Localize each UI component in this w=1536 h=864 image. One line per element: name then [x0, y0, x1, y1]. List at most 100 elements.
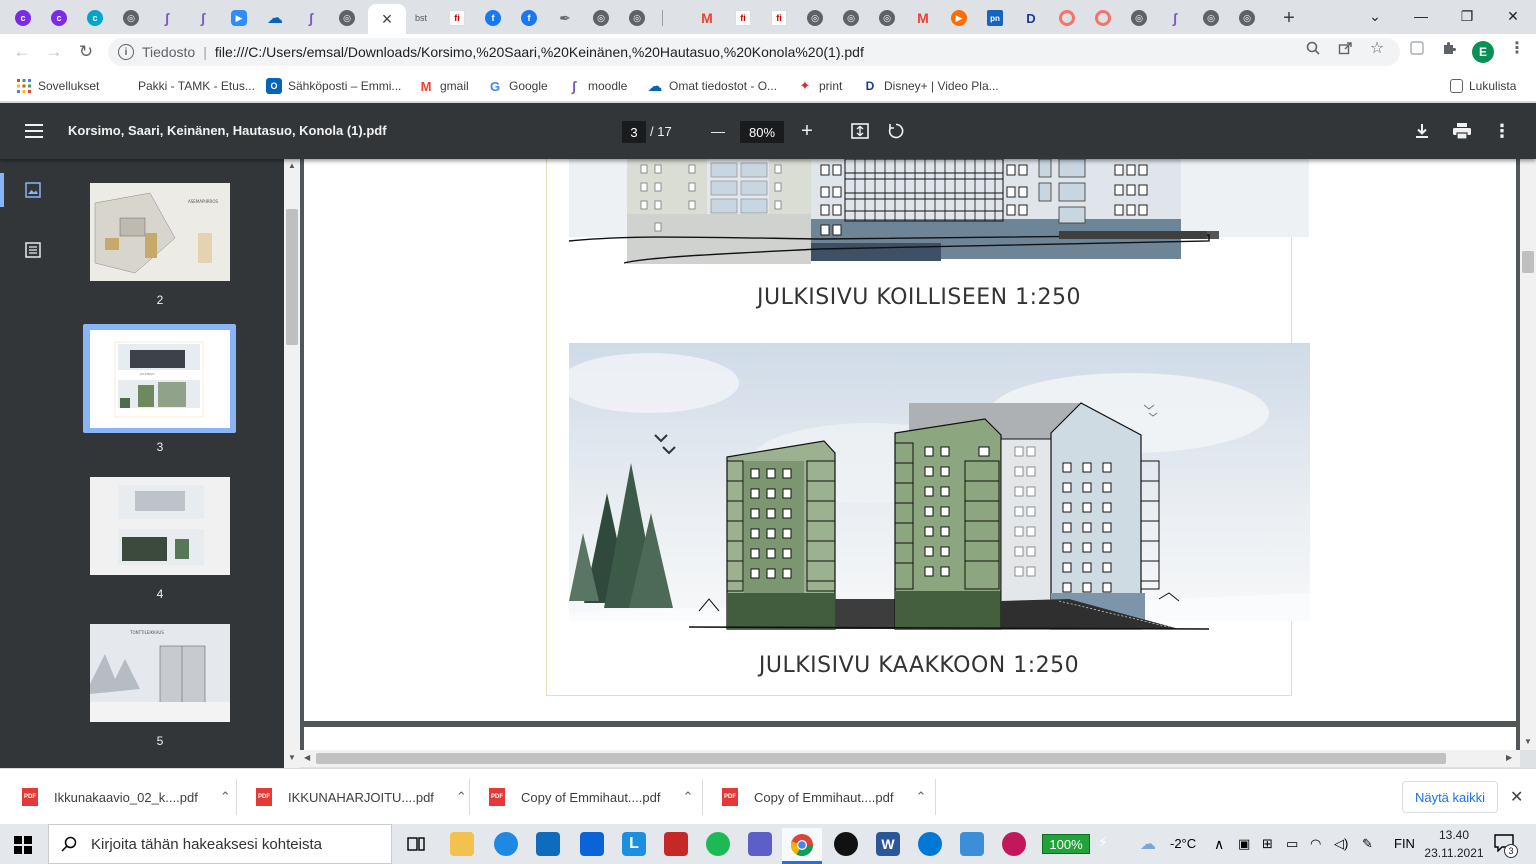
extensions-puzzle-icon[interactable]	[1440, 39, 1458, 57]
app-dark-icon[interactable]	[834, 832, 858, 856]
share-icon[interactable]	[1336, 39, 1354, 57]
tab-pn[interactable]: pn	[978, 4, 1012, 32]
scroll-right-arrow-icon[interactable]: ▶	[1506, 753, 1512, 762]
pdf-viewer[interactable]: JULKISIVU KOILLISEEN 1:250 JULKISIVU KAA…	[300, 159, 1520, 750]
tab-onedrive[interactable]: ☁	[258, 4, 292, 32]
tab-fi-2[interactable]: fi	[726, 4, 760, 32]
tray-icon-2[interactable]: ⊞	[1262, 836, 1273, 852]
chevron-up-icon[interactable]: ⌃	[682, 789, 693, 805]
bookmark-onedrive[interactable]: ☁ Omat tiedostot - O...	[647, 77, 778, 95]
tab-close-icon[interactable]: ×	[382, 9, 393, 30]
bookmark-print[interactable]: ✦ print	[797, 77, 843, 95]
tab-fi-1[interactable]: fi	[440, 4, 474, 32]
notification-center-button[interactable]: 3	[1494, 834, 1518, 858]
thumbnail-page-5[interactable]: TONTTILEIKKAUS	[90, 624, 230, 722]
clock-time[interactable]: 13.40	[1422, 828, 1486, 842]
shield-app-icon[interactable]	[664, 832, 688, 856]
show-all-downloads-button[interactable]: Näytä kaikki	[1402, 781, 1498, 813]
wifi-icon[interactable]: ◠	[1310, 836, 1321, 852]
tab-gmail-2[interactable]: M	[906, 4, 940, 32]
photos-icon[interactable]	[960, 832, 984, 856]
pen-icon[interactable]: ✎	[1362, 836, 1373, 852]
temperature[interactable]: -2°C	[1170, 836, 1196, 851]
tab-facebook-2[interactable]: f	[512, 4, 546, 32]
tab-zoom[interactable]: ▶	[222, 4, 256, 32]
download-item-2[interactable]: PDF IKKUNAHARJOITU....pdf ⌃	[256, 769, 467, 825]
viewer-scroll-thumb[interactable]	[1522, 251, 1534, 273]
sidebar-scrollbar[interactable]: ▲ ▼	[284, 159, 300, 768]
chrome-taskbar-active[interactable]	[782, 828, 822, 864]
tab-globe-9[interactable]: ◎	[1194, 4, 1228, 32]
tab-orange[interactable]: ▶	[942, 4, 976, 32]
edge-icon[interactable]	[494, 832, 518, 856]
tab-disney[interactable]: D	[1014, 4, 1048, 32]
tab-globe-10[interactable]: ◎	[1230, 4, 1264, 32]
teams-icon[interactable]	[748, 832, 772, 856]
profile-avatar[interactable]: E	[1472, 41, 1494, 63]
bookmark-moodle[interactable]: ʃ moodle	[566, 77, 628, 95]
extension-box-icon[interactable]	[1408, 39, 1426, 57]
info-icon[interactable]: i	[118, 44, 134, 60]
close-downloads-bar-icon[interactable]: ✕	[1510, 787, 1523, 807]
back-button[interactable]: ←	[8, 38, 36, 66]
address-bar[interactable]: i Tiedosto | file:///C:/Users/emsal/Down…	[108, 38, 1400, 66]
rotate-button[interactable]	[884, 119, 908, 143]
page-number-input[interactable]: 3	[622, 121, 646, 143]
tab-canva-3[interactable]: c	[78, 4, 112, 32]
thumbnails-view-button[interactable]	[22, 179, 44, 201]
windows-start-button[interactable]	[14, 836, 32, 857]
more-actions-icon[interactable]: ⋮	[1490, 119, 1514, 143]
download-button[interactable]	[1410, 119, 1434, 143]
scroll-left-arrow-icon[interactable]: ◀	[304, 753, 310, 762]
bookmark-pakki[interactable]: Pakki - TAMK - Etus...	[138, 77, 255, 95]
tab-feather[interactable]: ✒	[548, 4, 582, 32]
tab-globe-3[interactable]: ◎	[584, 4, 618, 32]
tab-canva-2[interactable]: c	[42, 4, 76, 32]
bookmark-star-icon[interactable]: ☆	[1368, 39, 1386, 57]
reload-button[interactable]: ↻	[72, 38, 100, 66]
tab-moodle-1[interactable]: ʃ	[150, 4, 184, 32]
tab-globe-1[interactable]: ◎	[114, 4, 148, 32]
tab-bst[interactable]: bst	[404, 4, 438, 32]
tab-target-2[interactable]	[1086, 4, 1120, 32]
clock-date[interactable]: 23.11.2021	[1422, 846, 1486, 860]
zoom-out-button[interactable]: —	[706, 119, 730, 143]
menu-kebab-icon[interactable]: ⋮	[1508, 39, 1526, 57]
mail-icon[interactable]	[580, 832, 604, 856]
taskbar-search-box[interactable]: Kirjoita tähän hakeaksesi kohteista	[48, 824, 392, 864]
chevron-up-icon[interactable]: ⌃	[220, 789, 231, 805]
tab-globe-5[interactable]: ◎	[798, 4, 832, 32]
tab-moodle-3[interactable]: ʃ	[294, 4, 328, 32]
zoom-icon[interactable]	[1304, 39, 1322, 57]
tab-moodle-2[interactable]: ʃ	[186, 4, 220, 32]
chevron-up-icon[interactable]: ∧	[1214, 836, 1224, 853]
restore-button[interactable]: ❐	[1444, 0, 1490, 32]
tab-moodle-4[interactable]: ʃ	[1158, 4, 1192, 32]
battery-indicator[interactable]: 100%	[1042, 834, 1090, 854]
download-item-4[interactable]: PDF Copy of Emmihaut....pdf ⌃	[722, 769, 926, 825]
chevron-up-icon[interactable]: ⌃	[915, 789, 926, 805]
bookmark-sahkoposti[interactable]: O Sähköposti – Emmi...	[266, 77, 401, 95]
weather-cloud-icon[interactable]: ☁	[1140, 834, 1156, 854]
tab-globe-8[interactable]: ◎	[1122, 4, 1156, 32]
tab-globe-2[interactable]: ◎	[330, 4, 364, 32]
tab-active-pdf[interactable]: ×	[368, 4, 406, 34]
viewer-vertical-scrollbar[interactable]: ▼	[1520, 159, 1536, 750]
thumbnail-page-2[interactable]: ASEMAPIIRROS	[90, 183, 230, 281]
tab-facebook-1[interactable]: f	[476, 4, 510, 32]
volume-icon[interactable]: ◁)	[1334, 836, 1348, 852]
url-text[interactable]: file:///C:/Users/emsal/Downloads/Korsimo…	[215, 44, 864, 60]
learn-app-icon[interactable]: L	[622, 832, 646, 856]
new-tab-button[interactable]: +	[1272, 4, 1306, 32]
fit-page-button[interactable]	[848, 119, 872, 143]
forward-button[interactable]: →	[40, 38, 68, 66]
minimize-button[interactable]: —	[1398, 0, 1444, 32]
tab-gmail-1[interactable]: M	[690, 4, 724, 32]
tab-globe-6[interactable]: ◎	[834, 4, 868, 32]
reading-list-button[interactable]: Lukulista	[1450, 77, 1516, 95]
sidebar-menu-button[interactable]	[22, 119, 46, 143]
spotify-icon[interactable]	[706, 832, 730, 856]
battery-icon[interactable]: ▭	[1286, 836, 1298, 852]
sidebar-scroll-thumb[interactable]	[286, 209, 298, 345]
thumbnail-page-4[interactable]	[90, 477, 230, 575]
